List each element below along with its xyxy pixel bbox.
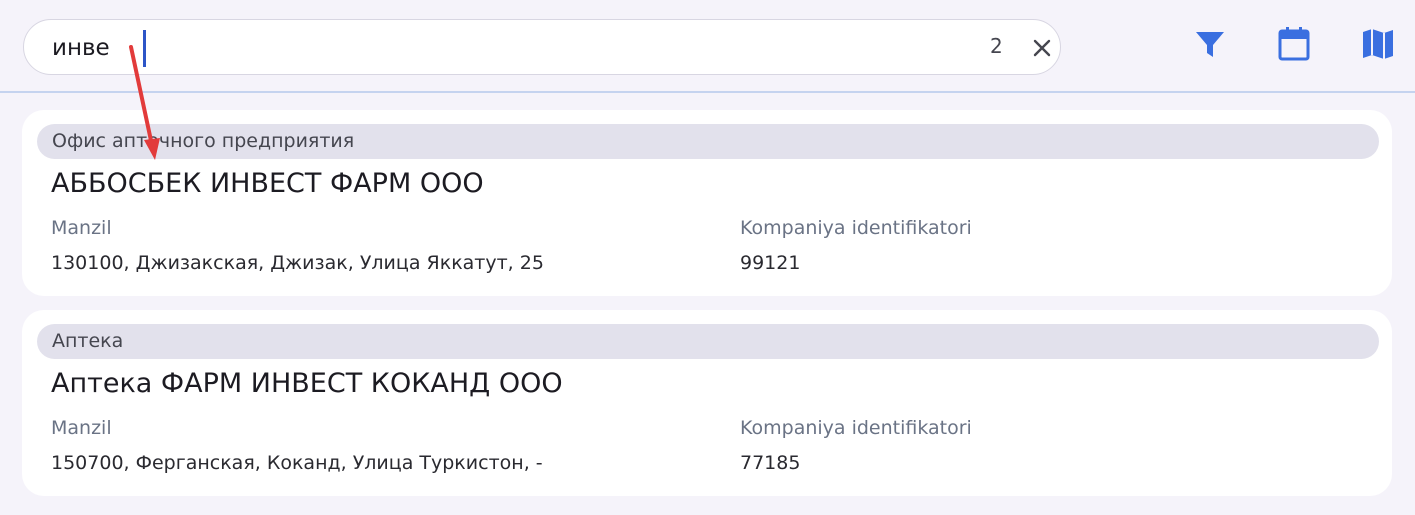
close-icon[interactable] (1028, 34, 1056, 62)
map-icon[interactable] (1358, 24, 1398, 64)
company-id-value: 99121 (740, 252, 801, 274)
address-value: 150700, Ферганская, Коканд, Улица Туркис… (51, 452, 543, 474)
category-badge: Офис аптечного предприятия (37, 124, 1379, 159)
company-id-label: Kompaniya identifikatori (740, 417, 972, 439)
company-id-label: Kompaniya identifikatori (740, 217, 972, 239)
company-name: АББОСБЕК ИНВЕСТ ФАРМ ООО (51, 168, 484, 199)
text-cursor (143, 30, 146, 67)
result-card[interactable]: Офис аптечного предприятия АББОСБЕК ИНВЕ… (22, 110, 1392, 296)
address-label: Manzil (51, 417, 112, 439)
search-input[interactable] (52, 32, 932, 64)
filter-icon[interactable] (1190, 24, 1230, 64)
search-bar[interactable]: 2 (23, 19, 1061, 75)
company-id-value: 77185 (740, 452, 801, 474)
calendar-icon[interactable] (1274, 24, 1314, 64)
result-card[interactable]: Аптека Аптека ФАРМ ИНВЕСТ КОКАНД ООО Man… (22, 310, 1392, 496)
category-badge: Аптека (37, 324, 1379, 359)
result-count: 2 (990, 34, 1003, 58)
address-value: 130100, Джизакская, Джизак, Улица Яккату… (51, 252, 544, 274)
address-label: Manzil (51, 217, 112, 239)
company-name: Аптека ФАРМ ИНВЕСТ КОКАНД ООО (51, 368, 563, 399)
top-bar: 2 (0, 0, 1415, 93)
